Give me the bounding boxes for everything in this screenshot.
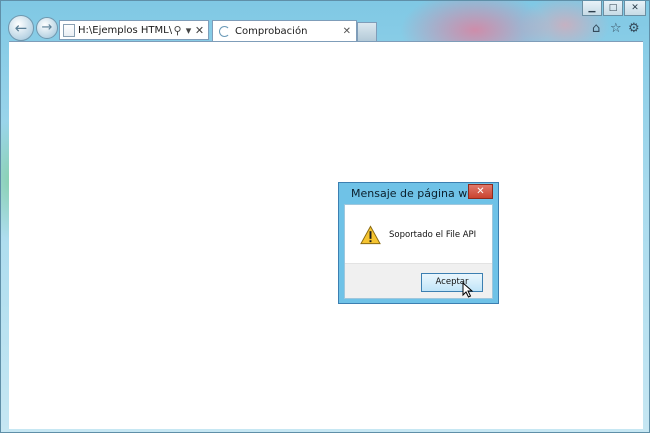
forward-button[interactable]: → bbox=[36, 17, 58, 39]
gear-icon[interactable]: ⚙ bbox=[628, 21, 640, 36]
close-window-button[interactable]: ✕ bbox=[624, 1, 646, 16]
caption-buttons: ▁ □ ✕ bbox=[582, 1, 646, 16]
forward-arrow-icon: → bbox=[41, 20, 53, 35]
address-text[interactable]: H:\Ejemplos HTML\Reac bbox=[78, 25, 172, 36]
browser-window: ▁ □ ✕ ← → H:\Ejemplos HTML\Reac ⚲ ▾ ✕ Co… bbox=[0, 0, 650, 433]
address-bar[interactable]: H:\Ejemplos HTML\Reac ⚲ ▾ ✕ bbox=[59, 20, 209, 40]
page-icon bbox=[63, 23, 75, 37]
tab-close-icon[interactable]: ✕ bbox=[343, 26, 351, 37]
dialog-title: Mensaje de página web bbox=[351, 187, 481, 200]
dialog-close-button[interactable]: ✕ bbox=[468, 184, 493, 199]
maximize-button[interactable]: □ bbox=[603, 1, 623, 16]
message-row: Soportado el File API bbox=[360, 225, 476, 245]
dialog-message: Soportado el File API bbox=[389, 230, 477, 240]
loading-spinner-icon bbox=[219, 25, 230, 37]
chevron-down-icon[interactable]: ▾ bbox=[183, 24, 194, 37]
tab-comprobacion[interactable]: Comprobación ✕ bbox=[212, 20, 357, 41]
new-tab-button[interactable] bbox=[357, 22, 377, 41]
home-icon[interactable]: ⌂ bbox=[592, 21, 600, 36]
warning-icon bbox=[360, 225, 381, 245]
minimize-button[interactable]: ▁ bbox=[582, 1, 602, 16]
back-button[interactable]: ← bbox=[8, 15, 34, 41]
close-icon: ✕ bbox=[476, 186, 485, 197]
back-arrow-icon: ← bbox=[14, 19, 28, 37]
page-content bbox=[9, 41, 643, 429]
search-icon[interactable]: ⚲ bbox=[172, 24, 183, 37]
stop-icon[interactable]: ✕ bbox=[194, 24, 205, 37]
favorites-icon[interactable]: ☆ bbox=[610, 21, 622, 36]
tab-title: Comprobación bbox=[235, 25, 308, 37]
mouse-cursor-icon bbox=[462, 282, 474, 298]
alert-dialog: Mensaje de página web ✕ Soportado el Fil… bbox=[338, 182, 499, 304]
